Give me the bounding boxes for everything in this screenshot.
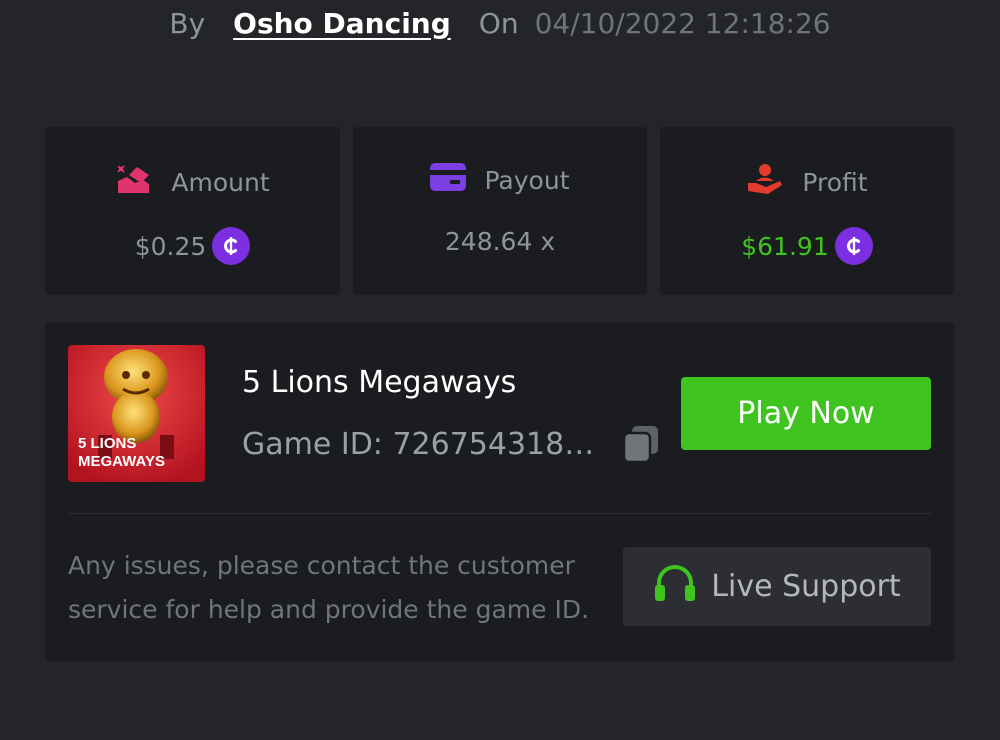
game-id: Game ID: 7267543180... (242, 426, 608, 462)
live-support-label: Live Support (711, 569, 901, 604)
copy-icon[interactable] (622, 424, 660, 464)
hand-person-icon (746, 163, 784, 201)
game-id-row: Game ID: 7267543180... (242, 424, 660, 464)
payout-label: Payout (484, 165, 570, 195)
live-support-button[interactable]: Live Support (623, 547, 931, 626)
card-icon (430, 163, 467, 197)
by-label: By (169, 6, 206, 40)
help-text: Any issues, please contact the customer … (68, 551, 590, 624)
on-label: On (478, 6, 519, 40)
headset-icon (653, 563, 697, 611)
amount-card: Amount $0.25 (45, 127, 340, 295)
profit-label: Profit (802, 167, 868, 197)
game-panel: 5 LIONS MEGAWAYS 5 Lions Megaways Game I… (45, 322, 954, 661)
payout-value: 248.64 x (444, 227, 556, 256)
play-now-button[interactable]: Play Now (681, 377, 931, 450)
amount-value: $0.25 (134, 231, 207, 261)
thumbnail-title-line2: MEGAWAYS (78, 453, 165, 470)
divider (68, 513, 931, 514)
bet-header: By Osho Dancing On 04/10/2022 12:18:26 (0, 0, 1000, 46)
game-thumbnail[interactable]: 5 LIONS MEGAWAYS (68, 345, 205, 482)
coin-icon (212, 227, 251, 265)
username-link[interactable]: Osho Dancing (233, 7, 451, 40)
profit-value: $61.91 (741, 231, 829, 261)
amount-label: Amount (171, 167, 270, 197)
bet-datetime: 04/10/2022 12:18:26 (534, 6, 831, 40)
game-title: 5 Lions Megaways (242, 365, 517, 400)
profit-card: Profit $61.91 (660, 127, 954, 295)
coin-icon (834, 227, 873, 265)
payout-card: Payout 248.64 x (353, 127, 647, 295)
thumbnail-title-line1: 5 LIONS (78, 435, 136, 452)
coins-hand-icon (115, 163, 153, 201)
